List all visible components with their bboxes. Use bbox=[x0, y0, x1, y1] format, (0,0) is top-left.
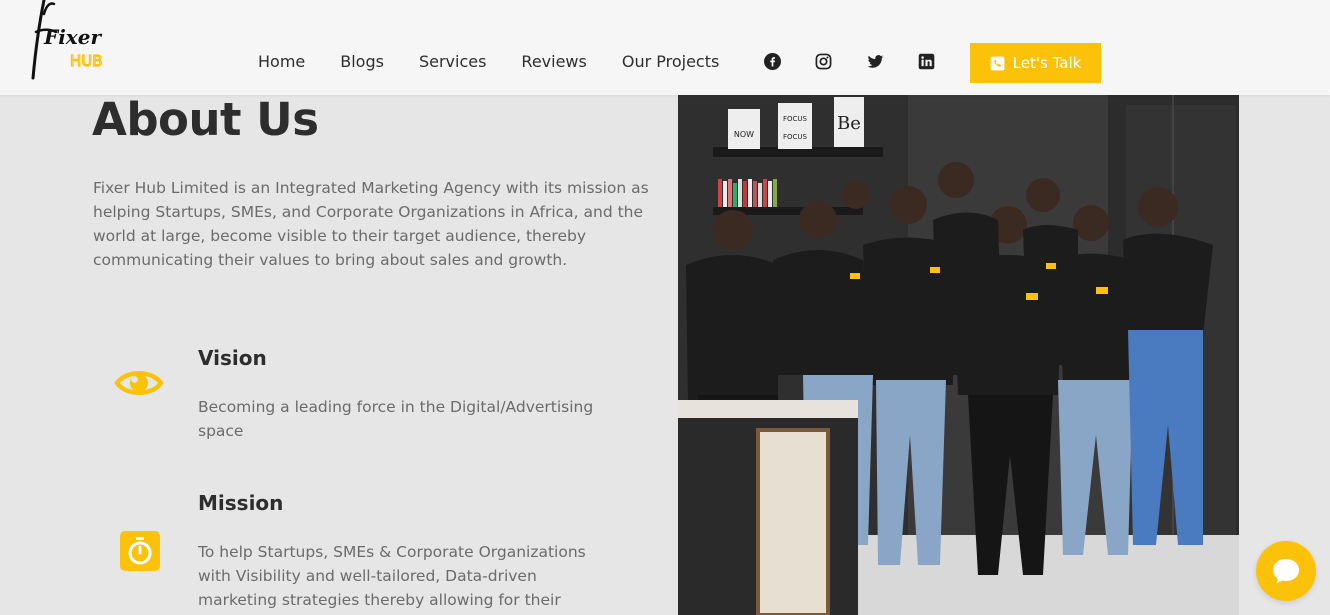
vision-title: Vision bbox=[198, 346, 267, 370]
shelf-sign-now: NOW bbox=[734, 130, 754, 139]
lets-talk-label: Let's Talk bbox=[1012, 54, 1082, 72]
phone-icon bbox=[990, 56, 1005, 70]
about-title: About Us bbox=[92, 93, 319, 146]
shelf-sign-be: Be bbox=[837, 113, 861, 134]
instagram-icon[interactable] bbox=[815, 53, 832, 70]
eye-icon bbox=[114, 366, 164, 400]
team-photo: NOW FOCUS FOCUS Be bbox=[678, 95, 1239, 615]
logo-hub-text: HUB bbox=[70, 52, 103, 70]
shelf-sign-focus-2: FOCUS bbox=[783, 133, 808, 141]
facebook-icon[interactable] bbox=[764, 53, 781, 70]
shelf-sign-focus-1: FOCUS bbox=[783, 115, 808, 123]
stopwatch-icon bbox=[120, 531, 160, 571]
linkedin-icon[interactable] bbox=[918, 53, 935, 70]
main-nav: Home Blogs Services Reviews Our Projects bbox=[258, 50, 754, 74]
chat-widget-button[interactable] bbox=[1256, 541, 1316, 601]
nav-our-projects[interactable]: Our Projects bbox=[622, 50, 719, 74]
chat-bubble-icon bbox=[1273, 559, 1299, 584]
mission-title: Mission bbox=[198, 491, 284, 515]
nav-blogs[interactable]: Blogs bbox=[340, 50, 384, 74]
site-header: Fixer HUB Home Blogs Services Reviews Ou… bbox=[0, 0, 1330, 95]
mission-text: To help Startups, SMEs & Corporate Organ… bbox=[198, 543, 586, 609]
about-description: Fixer Hub Limited is an Integrated Marke… bbox=[93, 179, 649, 269]
nav-services[interactable]: Services bbox=[419, 50, 486, 74]
lets-talk-button[interactable]: Let's Talk bbox=[970, 43, 1101, 83]
fixer-hub-logo[interactable]: Fixer HUB bbox=[30, 0, 110, 82]
twitter-icon[interactable] bbox=[867, 53, 884, 70]
nav-reviews[interactable]: Reviews bbox=[521, 50, 586, 74]
logo-fixer-text: Fixer bbox=[43, 25, 102, 49]
vision-text: Becoming a leading force in the Digital/… bbox=[198, 398, 594, 440]
nav-home[interactable]: Home bbox=[258, 50, 305, 74]
